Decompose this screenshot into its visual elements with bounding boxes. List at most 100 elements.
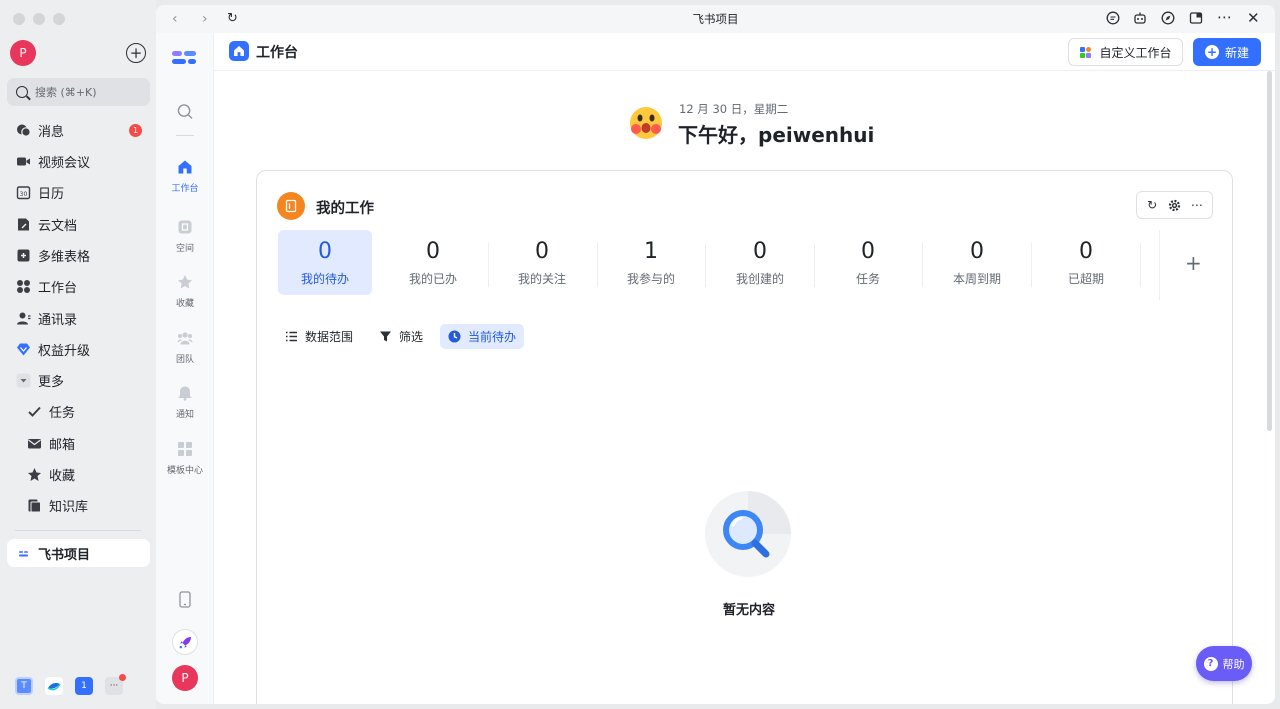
workplace-icon bbox=[16, 279, 31, 294]
divider bbox=[15, 530, 141, 531]
settings-icon[interactable] bbox=[1166, 197, 1182, 213]
rail-item-space[interactable]: 空间 bbox=[156, 219, 214, 254]
sidebar-item-workplace[interactable]: 工作台 bbox=[7, 272, 150, 300]
number-one-icon[interactable]: 1 bbox=[75, 677, 93, 695]
notification-dot bbox=[119, 674, 126, 681]
more-icon[interactable]: ⋯ bbox=[1189, 197, 1205, 213]
stat-following[interactable]: 0 我的关注 bbox=[495, 230, 589, 295]
stat-overdue[interactable]: 0 已超期 bbox=[1039, 230, 1133, 295]
sidebar-item-messages[interactable]: 消息 1 bbox=[7, 116, 150, 144]
star-icon bbox=[27, 467, 42, 482]
rail-item-notifications[interactable]: 通知 bbox=[156, 385, 214, 420]
robot-icon[interactable] bbox=[1133, 11, 1147, 29]
new-button[interactable]: + 新建 bbox=[1193, 38, 1261, 66]
stat-value: 0 bbox=[318, 238, 332, 264]
rail-item-favorites[interactable]: 收藏 bbox=[156, 274, 214, 309]
refresh-icon[interactable]: ↻ bbox=[227, 11, 238, 26]
stat-value: 1 bbox=[644, 238, 658, 264]
greeting-emoji-icon bbox=[630, 107, 662, 139]
more-icon[interactable]: ⋯ bbox=[1217, 8, 1232, 26]
sidebar-item-upgrade[interactable]: 权益升级 bbox=[7, 335, 150, 363]
rocket-icon[interactable] bbox=[172, 629, 198, 655]
more-dots-icon[interactable]: ··· bbox=[105, 674, 126, 695]
help-button[interactable]: ? 帮助 bbox=[1196, 646, 1252, 681]
new-label: 新建 bbox=[1224, 45, 1249, 60]
sidebar-item-video[interactable]: 视频会议 bbox=[7, 147, 150, 175]
mail-icon bbox=[27, 436, 42, 451]
sidebar-item-label: 任务 bbox=[49, 405, 76, 421]
sidebar-item-contacts[interactable]: 通讯录 bbox=[7, 304, 150, 332]
upgrade-icon bbox=[16, 342, 31, 357]
grid-icon bbox=[1080, 46, 1092, 58]
rail-item-templates[interactable]: 模板中心 bbox=[156, 441, 214, 476]
close-icon[interactable]: ✕ bbox=[1247, 9, 1260, 27]
document-icon bbox=[277, 192, 305, 220]
customize-workplace-button[interactable]: 自定义工作台 bbox=[1068, 38, 1183, 66]
title-bar: ‹ › ↻ 飞书项目 ⋯ ✕ bbox=[156, 5, 1275, 33]
sidebar-item-tasks[interactable]: 任务 bbox=[7, 397, 150, 425]
add-icon[interactable]: + bbox=[126, 43, 146, 63]
sidebar-item-label: 日历 bbox=[38, 186, 65, 202]
chevron-down-icon bbox=[16, 373, 31, 388]
sidebar-item-base[interactable]: 多维表格 bbox=[7, 241, 150, 269]
stat-created[interactable]: 0 我创建的 bbox=[713, 230, 807, 295]
stat-value: 0 bbox=[535, 238, 549, 264]
back-icon[interactable]: ‹ bbox=[172, 11, 178, 27]
sidebar-item-favorites[interactable]: 收藏 bbox=[7, 460, 150, 488]
rail-avatar[interactable]: P bbox=[172, 665, 198, 691]
forward-icon[interactable]: › bbox=[202, 11, 208, 27]
avatar[interactable]: P bbox=[10, 40, 36, 66]
rail-search[interactable] bbox=[156, 103, 214, 125]
tenant-t-icon[interactable]: T bbox=[15, 677, 33, 695]
stat-my-todo[interactable]: 0 我的待办 bbox=[278, 230, 372, 295]
sidebar-item-project[interactable]: 飞书项目 bbox=[7, 539, 150, 567]
chat-icon[interactable] bbox=[1106, 11, 1120, 29]
current-todo-filter[interactable]: 当前待办 bbox=[440, 324, 525, 349]
help-label: 帮助 bbox=[1222, 657, 1245, 671]
divider bbox=[176, 135, 194, 136]
sidebar-item-calendar[interactable]: 30 日历 bbox=[7, 178, 150, 206]
refresh-icon[interactable]: ↻ bbox=[1144, 197, 1160, 213]
task-icon bbox=[27, 404, 42, 419]
stat-label: 我的待办 bbox=[300, 271, 349, 286]
help-icon: ? bbox=[1203, 656, 1218, 671]
my-work-card: 我的工作 ↻ ⋯ 0 我的待办 0 我的已办 0 我的关注 1 我参与的 0 我… bbox=[256, 170, 1233, 704]
customize-label: 自定义工作台 bbox=[1099, 45, 1172, 60]
data-range-filter[interactable]: 数据范围 bbox=[277, 324, 361, 349]
stat-participated[interactable]: 1 我参与的 bbox=[604, 230, 698, 295]
home-icon bbox=[177, 159, 193, 175]
wiki-icon bbox=[27, 498, 42, 513]
compass-icon[interactable] bbox=[1161, 11, 1175, 29]
rail-item-label: 通知 bbox=[175, 410, 194, 420]
rail-item-workplace[interactable]: 工作台 bbox=[156, 159, 214, 194]
scrollbar[interactable] bbox=[1267, 71, 1272, 431]
stat-tasks[interactable]: 0 任务 bbox=[821, 230, 915, 295]
sidebar-item-label: 通讯录 bbox=[38, 312, 78, 328]
window-split-icon[interactable] bbox=[1189, 11, 1203, 29]
team-icon bbox=[177, 330, 193, 346]
app-icon[interactable] bbox=[45, 677, 63, 695]
divider bbox=[488, 243, 489, 287]
window-close-dot[interactable] bbox=[13, 13, 25, 25]
sidebar-item-wiki[interactable]: 知识库 bbox=[7, 491, 150, 519]
sidebar-item-more[interactable]: 更多 bbox=[7, 366, 150, 394]
unread-badge: 1 bbox=[129, 123, 142, 137]
project-logo-icon[interactable] bbox=[172, 49, 196, 67]
sidebar-item-label: 工作台 bbox=[38, 280, 78, 296]
greeting-date: 12 月 30 日，星期二 bbox=[679, 102, 789, 116]
window-zoom-dot[interactable] bbox=[53, 13, 65, 25]
rail-item-team[interactable]: 团队 bbox=[156, 330, 214, 365]
mobile-icon bbox=[177, 590, 193, 608]
search-input[interactable]: 搜索 (⌘+K) bbox=[7, 78, 150, 106]
sidebar-item-mail[interactable]: 邮箱 bbox=[7, 429, 150, 457]
rail-mobile[interactable] bbox=[156, 590, 214, 613]
stat-due-this-week[interactable]: 0 本周到期 bbox=[930, 230, 1024, 295]
stat-done[interactable]: 0 我的已办 bbox=[386, 230, 480, 295]
filter-button[interactable]: 筛选 bbox=[371, 324, 431, 349]
sidebar-item-label: 消息 bbox=[38, 124, 65, 140]
sidebar-item-docs[interactable]: 云文档 bbox=[7, 210, 150, 238]
add-stat-icon[interactable]: + bbox=[1185, 251, 1202, 275]
search-icon bbox=[177, 103, 193, 119]
sidebar-item-label: 知识库 bbox=[49, 499, 89, 515]
window-minimize-dot[interactable] bbox=[33, 13, 45, 25]
